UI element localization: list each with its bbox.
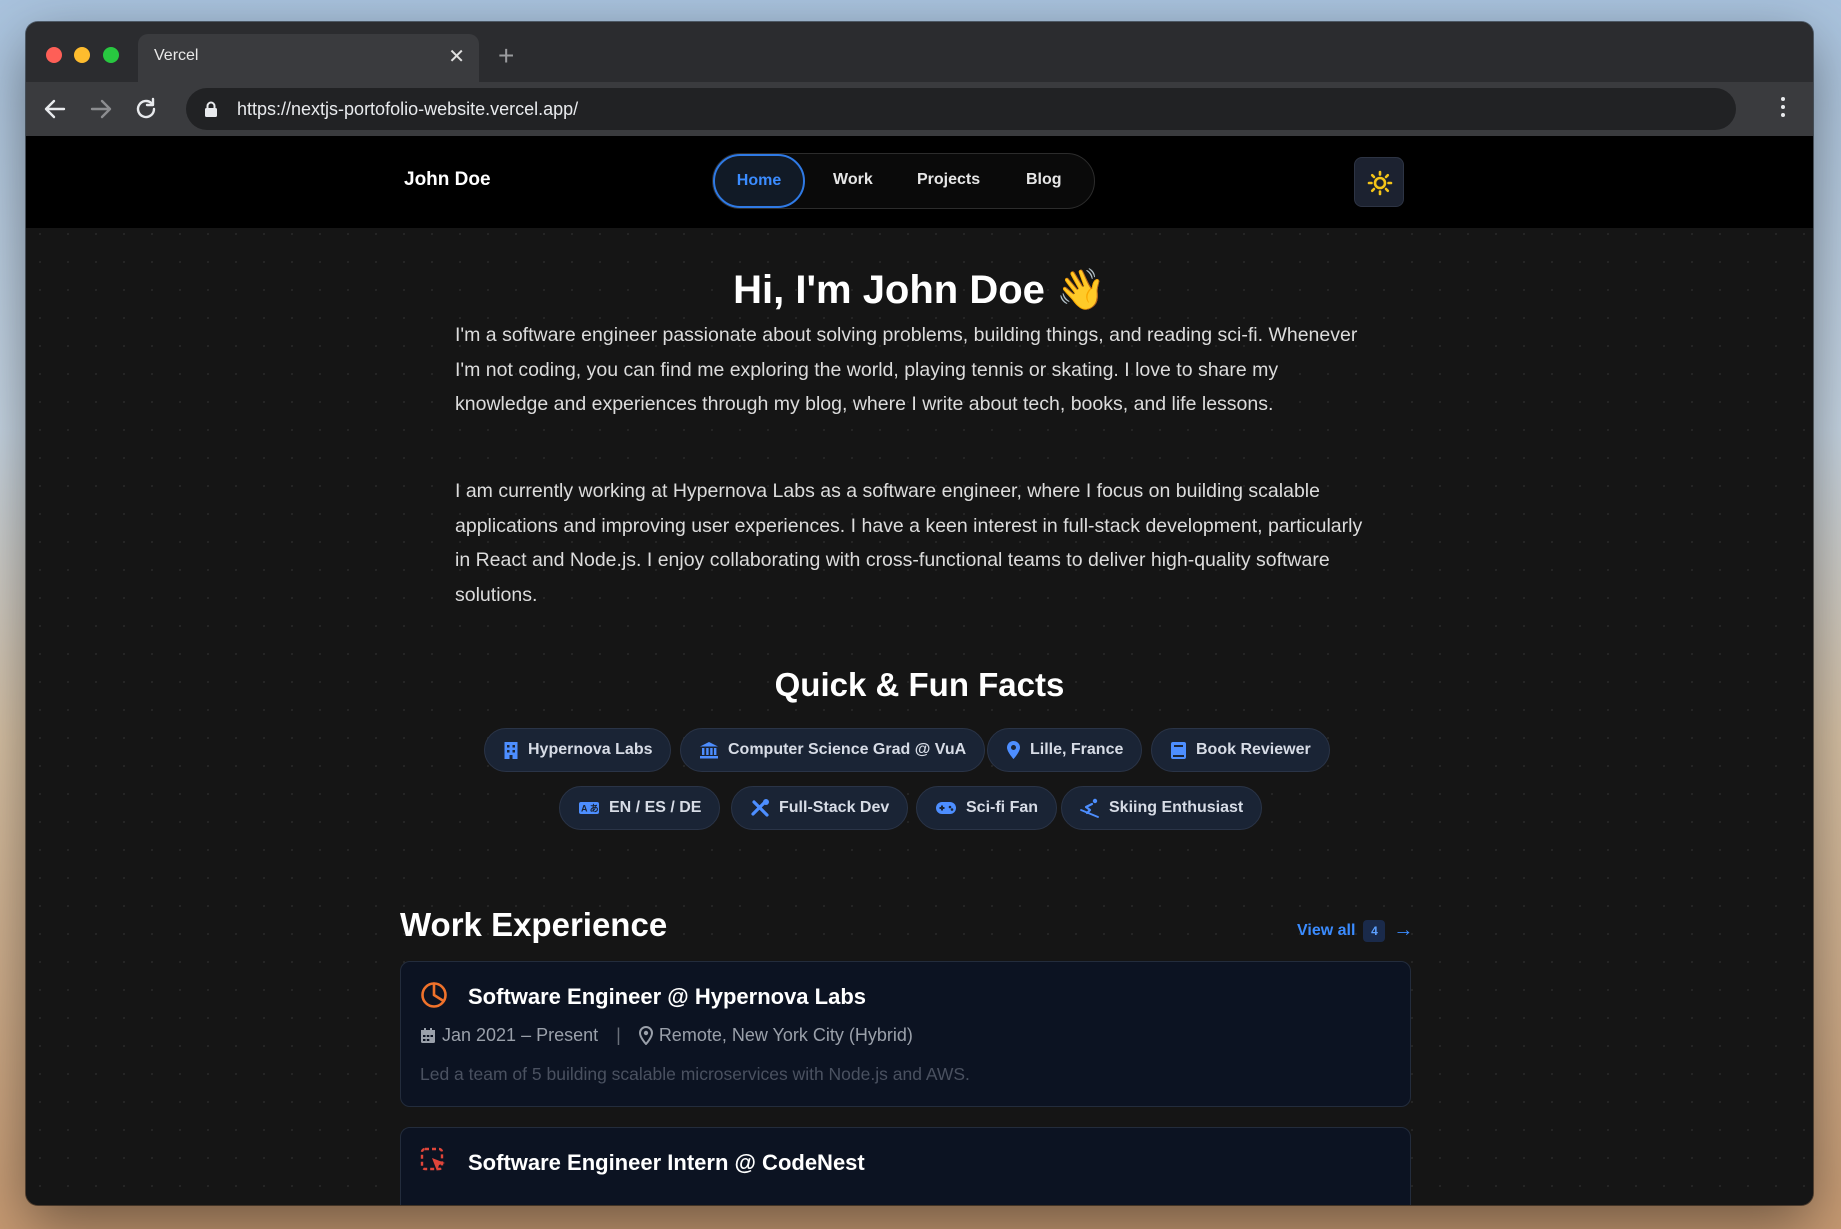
job-title: Software Engineer Intern @ CodeNest [468,1150,865,1175]
sun-icon [1367,170,1393,196]
fact-chip: Skiing Enthusiast [1061,786,1263,830]
nav-work[interactable]: Work [833,171,873,189]
fact-chip: Sci-fi Fan [916,786,1058,830]
fact-label: Full-Stack Dev [779,799,890,816]
job-card[interactable]: Software Engineer @ Hypernova Labs Jan 2… [400,961,1411,1107]
work-title: Work Experience [400,906,668,943]
book-icon [1171,741,1186,759]
map-pin-icon [638,1026,653,1045]
pie-chart-icon [421,982,447,1008]
page: John Doe Home Work Projects Blog Hi, I'm… [26,136,1813,1205]
fact-chip: A あ EN / ES / DE [559,786,721,830]
fact-label: EN / ES / DE [609,799,702,816]
intro-paragraph: I'm a software engineer passionate about… [455,324,1358,415]
fact-chip: Computer Science Grad @ VuA [680,728,986,772]
skiing-icon [1080,798,1099,818]
nav-projects[interactable]: Projects [917,171,980,189]
work-paragraph: I am currently working at Hypernova Labs… [455,480,1363,606]
meta-divider: | [616,1025,621,1045]
url-text: https://nextjs-portofolio-website.vercel… [237,99,579,119]
lock-icon [205,101,217,117]
forward-arrow-icon[interactable] [86,94,116,124]
arrow-right-icon: → [1393,919,1414,941]
site-header: John Doe Home Work Projects Blog [26,136,1813,228]
university-icon [700,742,718,759]
browser-toolbar: https://nextjs-portofolio-website.vercel… [26,82,1813,136]
tools-icon [751,799,769,817]
reload-icon[interactable] [131,94,161,124]
tab-close-icon[interactable]: ✕ [448,45,465,69]
fact-label: Hypernova Labs [528,741,653,758]
fact-chip: Lille, France [987,728,1143,772]
job-card[interactable]: Software Engineer Intern @ CodeNest [400,1127,1411,1205]
maximize-window-button[interactable] [103,47,119,63]
facts-title: Quick & Fun Facts [774,666,1065,703]
fact-label: Lille, France [1030,741,1124,758]
calendar-icon [421,1028,435,1043]
address-bar[interactable]: https://nextjs-portofolio-website.vercel… [186,88,1736,130]
minimize-window-button[interactable] [74,47,90,63]
job-location: Remote, New York City (Hybrid) [658,1025,913,1045]
job-title: Software Engineer @ Hypernova Labs [468,984,866,1009]
view-all-link[interactable]: View all 4 → [1297,919,1413,942]
back-arrow-icon[interactable] [40,94,70,124]
browser-window: Vercel ✕ + https://nextjs-portofolio-web… [26,22,1813,1205]
svg-text:A あ: A あ [581,804,599,814]
job-meta: Jan 2021 – Present | Remote, New York Ci… [420,1025,913,1046]
main-nav: Home Work Projects Blog [712,153,1095,209]
close-window-button[interactable] [46,47,62,63]
fact-chip: Book Reviewer [1151,728,1330,772]
job-dates: Jan 2021 – Present [442,1025,599,1045]
fact-label: Skiing Enthusiast [1109,799,1244,816]
nav-home[interactable]: Home [713,154,805,208]
job-description: Led a team of 5 building scalable micros… [420,1064,970,1084]
nav-blog[interactable]: Blog [1026,171,1062,189]
map-pin-icon [1007,741,1020,759]
hero-title: Hi, I'm John Doe 👋 [733,268,1106,312]
browser-menu-icon[interactable] [1781,97,1787,121]
new-tab-button[interactable]: + [498,42,514,70]
building-icon [504,741,518,759]
tab-strip: Vercel ✕ + [26,22,1813,82]
browser-tab[interactable]: Vercel ✕ [138,34,479,82]
work-count-badge: 4 [1363,919,1386,942]
tab-title: Vercel [154,47,199,64]
fact-chip: Hypernova Labs [484,728,672,772]
language-icon: A あ [579,802,599,814]
fact-chip: Full-Stack Dev [731,786,909,830]
site-brand[interactable]: John Doe [404,169,491,191]
fact-label: Computer Science Grad @ VuA [728,741,967,758]
fact-label: Book Reviewer [1196,741,1311,758]
theme-toggle-button[interactable] [1354,157,1404,207]
cursor-select-icon [420,1147,445,1171]
gamepad-icon [936,802,956,814]
fact-label: Sci-fi Fan [966,799,1039,816]
view-all-label: View all [1297,921,1356,939]
